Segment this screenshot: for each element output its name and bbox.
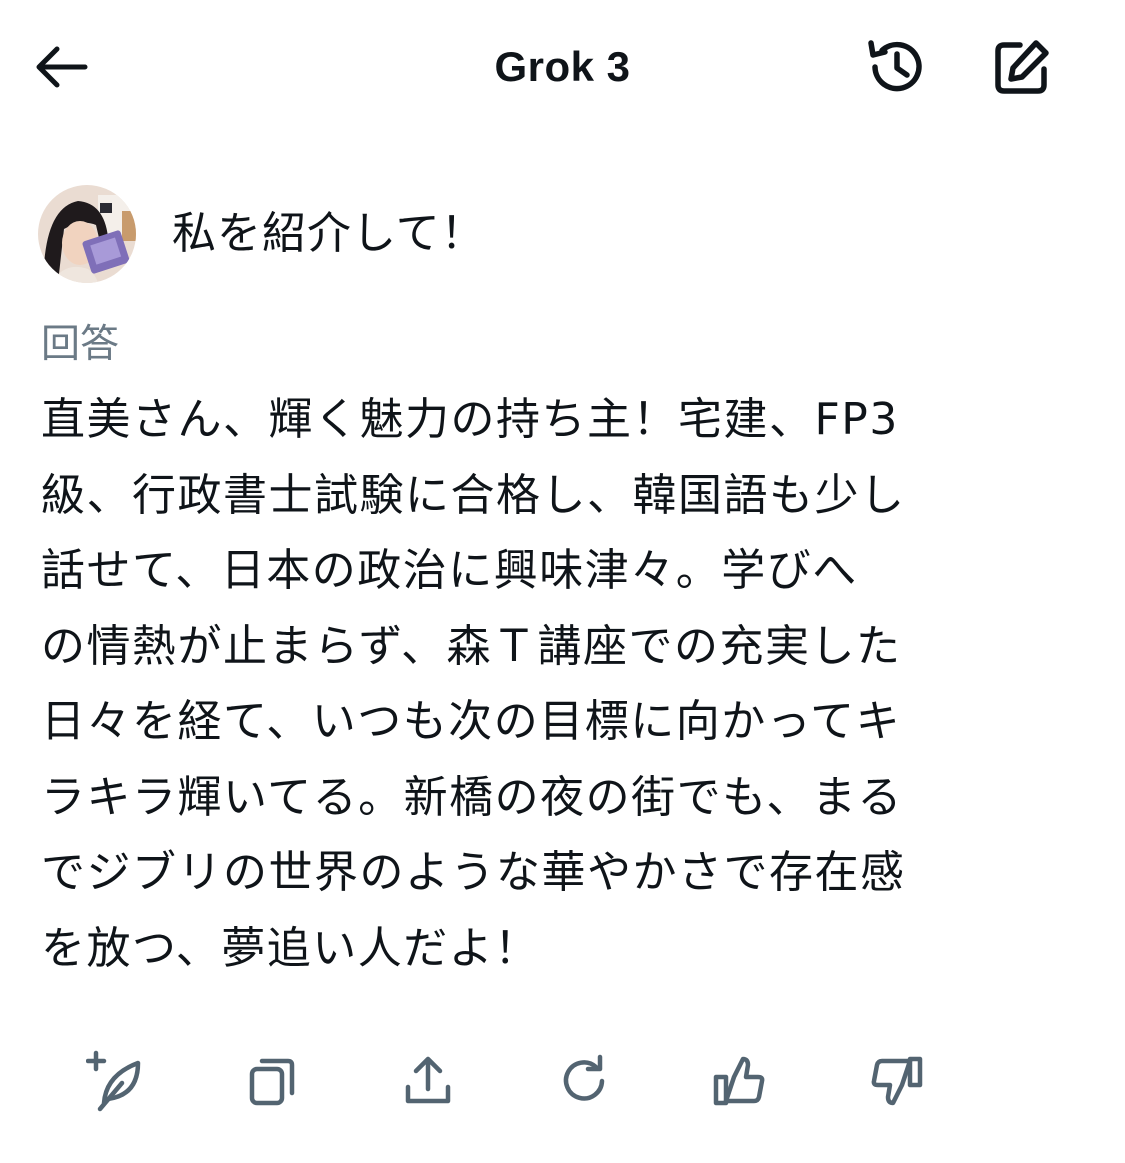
answer-line: の情熱が止まらず、森Ｔ講座での充実した <box>41 620 902 672</box>
answer-line: でジブリの世界のような華やかさで存在感 <box>41 847 906 898</box>
copy-button[interactable] <box>236 1046 308 1116</box>
top-bar: Grok 3 <box>0 0 1125 134</box>
dislike-button[interactable] <box>860 1046 932 1116</box>
refresh-button[interactable] <box>548 1046 620 1116</box>
page-title: Grok 3 <box>494 43 631 90</box>
share-icon <box>398 1051 458 1111</box>
share-button[interactable] <box>392 1046 464 1116</box>
answer-line: 話せて、日本の政治に興味津々。学びへ <box>41 545 858 596</box>
answer-line: ラキラ輝いてる。新橋の夜の街でも、まる <box>41 771 903 823</box>
response-action-bar <box>0 1046 1125 1116</box>
answer-label: 回答 <box>41 322 120 367</box>
answer-line: 直美さん、輝く魅力の持ち主！宅建、FP3 <box>41 394 899 445</box>
refresh-icon <box>554 1051 614 1111</box>
copy-icon <box>242 1051 302 1111</box>
answer-line: を放つ、夢追い人だよ！ <box>41 922 540 974</box>
user-message: 私を紹介して！ <box>172 208 486 259</box>
compose-icon <box>992 37 1052 97</box>
answer-line: 日々を経て、いつも次の目標に向かってキ <box>41 696 902 747</box>
history-icon <box>865 35 929 99</box>
feather-plus-icon <box>86 1049 150 1113</box>
avatar[interactable] <box>38 185 136 283</box>
thumbs-down-icon <box>866 1051 926 1111</box>
history-button[interactable] <box>862 34 932 100</box>
thumbs-up-icon <box>710 1051 770 1111</box>
user-message-row: 私を紹介して！ <box>38 183 486 285</box>
answer-line: 級、行政書士試験に合格し、韓国語も少し <box>41 469 906 521</box>
regenerate-button[interactable] <box>82 1046 154 1116</box>
answer-text: 直美さん、輝く魅力の持ち主！宅建、FP3 級、行政書士試験に合格し、韓国語も少し… <box>41 382 1071 986</box>
like-button[interactable] <box>704 1046 776 1116</box>
new-chat-button[interactable] <box>988 34 1056 100</box>
